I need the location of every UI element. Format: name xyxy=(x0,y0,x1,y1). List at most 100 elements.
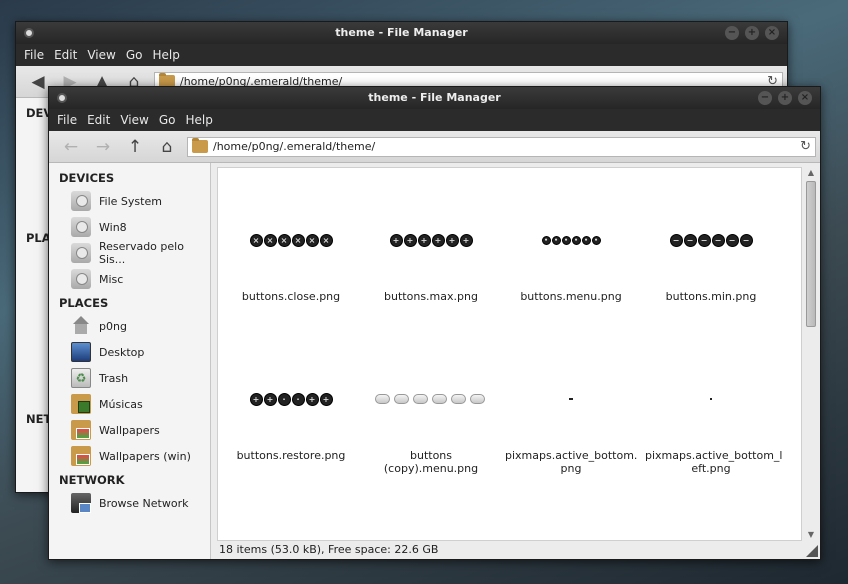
back-titlebar[interactable]: theme - File Manager − + × xyxy=(16,22,787,44)
sidebar-item-wallpapers[interactable]: Wallpapers xyxy=(49,417,210,443)
file-item-pixmaps-active-bottom[interactable]: pixmaps.active_bottom. png xyxy=(501,349,641,475)
minus-glyph-icon: − xyxy=(711,233,725,247)
sidebar-item-musicas[interactable]: Músicas xyxy=(49,391,210,417)
close-icon[interactable]: × xyxy=(798,91,812,105)
close-glyph-icon: × xyxy=(319,233,333,247)
minus-glyph-icon: − xyxy=(739,233,753,247)
scrollbar-thumb[interactable] xyxy=(806,181,816,327)
file-thumbnail xyxy=(361,349,501,449)
drive-icon xyxy=(71,243,91,263)
network-icon xyxy=(71,493,91,513)
file-item-buttons-close[interactable]: × × × × × × buttons.close.png xyxy=(221,190,361,303)
restore-glyph-icon: + xyxy=(305,392,319,406)
front-toolbar: ← → ↑ ⌂ /home/p0ng/.emerald/theme/ ↻ xyxy=(49,131,820,163)
file-thumbnail xyxy=(641,349,781,449)
pictures-folder-icon xyxy=(71,420,91,440)
file-name: buttons.restore.png xyxy=(236,449,346,462)
home-icon[interactable]: ⌂ xyxy=(151,134,183,160)
plus-glyph-icon: + xyxy=(431,233,445,247)
sidebar-item-browse-network[interactable]: Browse Network xyxy=(49,490,210,516)
file-item-buttons-restore[interactable]: + + · · + + buttons.restore.png xyxy=(221,349,361,462)
reload-icon[interactable]: ↻ xyxy=(800,139,811,154)
sidebar-item-reservado[interactable]: Reservado pelo Sis... xyxy=(49,240,210,266)
scroll-down-icon[interactable]: ▼ xyxy=(804,529,818,541)
file-thumbnail: × × × × × × xyxy=(221,190,361,290)
maximize-icon[interactable]: + xyxy=(778,91,792,105)
front-titlebar[interactable]: theme - File Manager − + × xyxy=(49,87,820,109)
minimize-icon[interactable]: − xyxy=(758,91,772,105)
main-pane: × × × × × × buttons.close.png + + + + + + buttons.… xyxy=(211,163,820,559)
file-icon-view[interactable]: × × × × × × buttons.close.png + + + + + + buttons.… xyxy=(217,167,802,541)
window-menu-icon[interactable] xyxy=(24,28,34,38)
menu-help[interactable]: Help xyxy=(148,48,183,62)
pill-glyph-icon xyxy=(374,394,390,404)
file-item-buttons-max[interactable]: + + + + + + buttons.max.png xyxy=(361,190,501,303)
back-arrow-icon[interactable]: ← xyxy=(55,134,87,160)
file-item-buttons-menu[interactable]: • • • • • • buttons.menu.png xyxy=(501,190,641,303)
maximize-icon[interactable]: + xyxy=(745,26,759,40)
file-name: pixmaps.active_bottom_l eft.png xyxy=(645,449,783,475)
front-path-text: /home/p0ng/.emerald/theme/ xyxy=(213,140,376,153)
file-item-pixmaps-active-bottom-left[interactable]: pixmaps.active_bottom_l eft.png xyxy=(641,349,783,475)
file-name: buttons.close.png xyxy=(241,290,341,303)
home-icon xyxy=(71,316,91,336)
menu-help[interactable]: Help xyxy=(181,113,216,127)
menu-file[interactable]: File xyxy=(53,113,81,127)
menu-edit[interactable]: Edit xyxy=(50,48,81,62)
back-menubar: File Edit View Go Help xyxy=(16,44,787,66)
pictures-folder-icon xyxy=(71,446,91,466)
drive-icon xyxy=(71,191,91,211)
status-bar: 18 items (53.0 kB), Free space: 22.6 GB xyxy=(211,541,820,559)
minus-glyph-icon: − xyxy=(683,233,697,247)
plus-glyph-icon: + xyxy=(445,233,459,247)
plus-glyph-icon: + xyxy=(417,233,431,247)
pill-glyph-icon xyxy=(393,394,409,404)
file-thumbnail: + + + + + + xyxy=(361,190,501,290)
front-path-bar[interactable]: /home/p0ng/.emerald/theme/ ↻ xyxy=(187,136,816,157)
menu-go[interactable]: Go xyxy=(155,113,180,127)
scroll-up-icon[interactable]: ▲ xyxy=(804,167,818,179)
sidebar-item-label: p0ng xyxy=(99,319,127,333)
pill-glyph-icon xyxy=(431,394,447,404)
restore-glyph-icon: + xyxy=(319,392,333,406)
up-arrow-icon[interactable]: ↑ xyxy=(119,134,151,160)
sidebar-item-trash[interactable]: ♻ Trash xyxy=(49,365,210,391)
file-item-buttons-copy-menu[interactable]: buttons (copy).menu.png xyxy=(361,349,501,475)
menu-go[interactable]: Go xyxy=(122,48,147,62)
file-item-buttons-min[interactable]: − − − − − − buttons.min.png xyxy=(641,190,781,303)
file-name: buttons.max.png xyxy=(384,290,478,303)
close-glyph-icon: × xyxy=(249,233,263,247)
sidebar-section-devices: DEVICES xyxy=(59,171,115,185)
resize-grip-icon[interactable] xyxy=(806,545,818,557)
minimize-icon[interactable]: − xyxy=(725,26,739,40)
sidebar-item-wallpapers-win[interactable]: Wallpapers (win) xyxy=(49,443,210,469)
sidebar-item-file-system[interactable]: File System xyxy=(49,188,210,214)
vertical-scrollbar[interactable]: ▲ ▼ xyxy=(804,167,818,541)
file-thumbnail: • • • • • • xyxy=(501,190,641,290)
trash-icon: ♻ xyxy=(71,368,91,388)
menu-glyph-icon: • xyxy=(561,235,571,245)
menu-file[interactable]: File xyxy=(20,48,48,62)
folder-icon xyxy=(192,138,208,153)
minus-glyph-icon: − xyxy=(725,233,739,247)
sidebar-item-home[interactable]: p0ng xyxy=(49,313,210,339)
sidebar-item-label: Wallpapers (win) xyxy=(99,449,191,463)
menu-glyph-icon: • xyxy=(571,235,581,245)
sidebar-item-label: Misc xyxy=(99,272,124,286)
sidebar-item-label: Desktop xyxy=(99,345,145,359)
menu-view[interactable]: View xyxy=(83,48,119,62)
sidebar-item-label: Win8 xyxy=(99,220,127,234)
sidebar-item-desktop[interactable]: Desktop xyxy=(49,339,210,365)
front-file-manager-window[interactable]: theme - File Manager − + × File Edit Vie… xyxy=(48,86,821,560)
sidebar-item-label: File System xyxy=(99,194,162,208)
close-icon[interactable]: × xyxy=(765,26,779,40)
window-menu-icon[interactable] xyxy=(57,93,67,103)
sidebar-item-misc[interactable]: Misc xyxy=(49,266,210,292)
menu-edit[interactable]: Edit xyxy=(83,113,114,127)
forward-arrow-icon[interactable]: → xyxy=(87,134,119,160)
sidebar-item-win8[interactable]: Win8 xyxy=(49,214,210,240)
menu-view[interactable]: View xyxy=(116,113,152,127)
close-glyph-icon: × xyxy=(263,233,277,247)
sidebar: DEVICES File System Win8 Reservado pelo … xyxy=(49,163,211,559)
close-glyph-icon: × xyxy=(291,233,305,247)
